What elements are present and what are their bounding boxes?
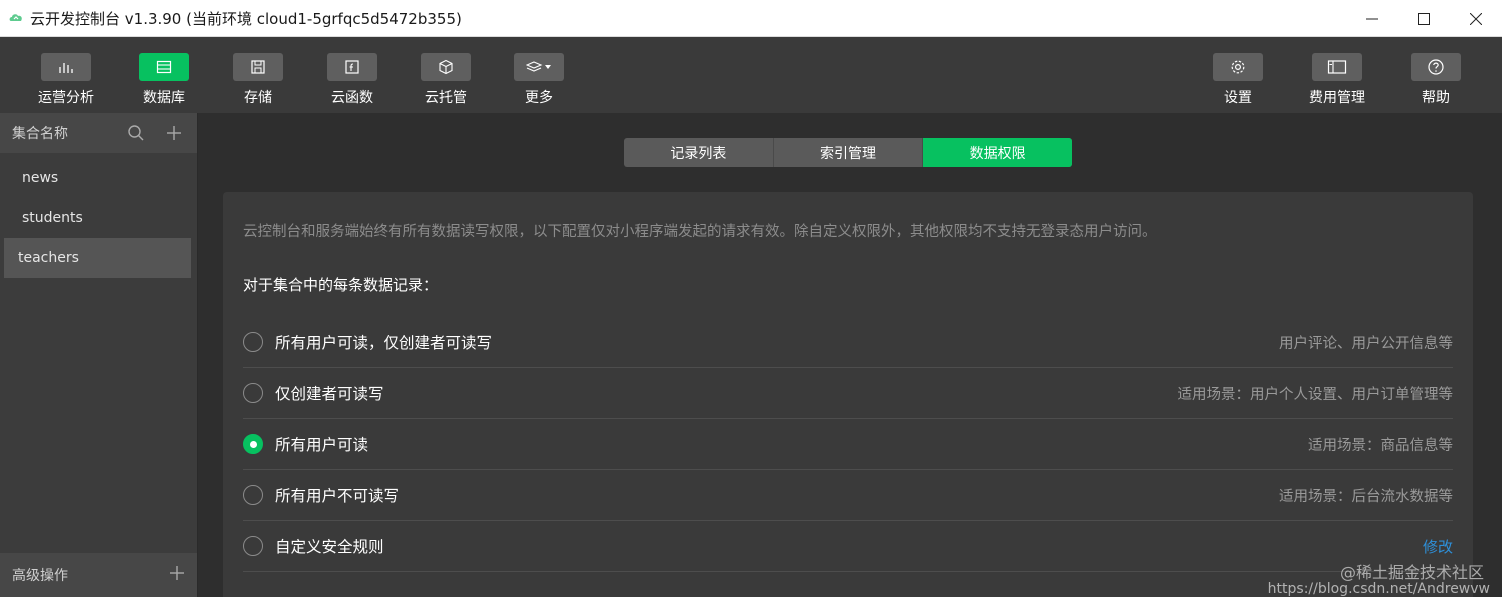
cube-icon bbox=[439, 59, 453, 75]
tool-label: 帮助 bbox=[1422, 90, 1450, 106]
database-icon bbox=[156, 60, 172, 74]
layers-icon bbox=[526, 61, 551, 72]
collection-header-label: 集合名称 bbox=[12, 126, 68, 142]
tool-billing[interactable]: 费用管理 bbox=[1297, 53, 1377, 107]
radio-button-checked[interactable] bbox=[243, 434, 263, 454]
tool-database[interactable]: 数据库 bbox=[124, 53, 204, 107]
section-title: 对于集合中的每条数据记录： bbox=[243, 276, 439, 294]
tool-label: 云函数 bbox=[331, 90, 373, 106]
add-operation-icon[interactable] bbox=[169, 565, 185, 585]
add-collection-icon[interactable] bbox=[163, 122, 185, 144]
maximize-button[interactable] bbox=[1398, 0, 1450, 37]
window-title: 云开发控制台 v1.3.90 (当前环境 cloud1-5grfqc5d5472… bbox=[30, 9, 462, 28]
tool-more[interactable]: 更多 bbox=[499, 53, 579, 107]
collection-sidebar: 集合名称 news students teachers 高级操作 bbox=[0, 113, 198, 597]
advanced-operations-label: 高级操作 bbox=[12, 568, 68, 584]
floppy-icon bbox=[251, 60, 265, 74]
collection-header: 集合名称 bbox=[0, 113, 197, 153]
help-button[interactable] bbox=[1411, 53, 1461, 81]
tool-label: 数据库 bbox=[143, 90, 185, 106]
tool-label: 更多 bbox=[525, 90, 553, 106]
function-icon bbox=[345, 60, 359, 74]
permissions-panel: 云控制台和服务端始终有所有数据读写权限，以下配置仅对小程序端发起的请求有效。除自… bbox=[223, 192, 1473, 597]
close-icon bbox=[1470, 12, 1482, 25]
settings-button[interactable] bbox=[1213, 53, 1263, 81]
title-bar: 云开发控制台 v1.3.90 (当前环境 cloud1-5grfqc5d5472… bbox=[0, 0, 1502, 37]
radio-button[interactable] bbox=[243, 485, 263, 505]
collection-item-teachers[interactable]: teachers bbox=[4, 238, 191, 278]
collection-item-students[interactable]: students bbox=[4, 198, 191, 238]
analytics-button[interactable] bbox=[41, 53, 91, 81]
permission-options: 所有用户可读，仅创建者可读写 用户评论、用户公开信息等 仅创建者可读写 适用场景… bbox=[243, 317, 1453, 572]
tab-record-list[interactable]: 记录列表 bbox=[624, 138, 774, 167]
permission-option[interactable]: 所有用户不可读写 适用场景：后台流水数据等 bbox=[243, 470, 1453, 521]
tool-label: 存储 bbox=[244, 90, 272, 106]
close-button[interactable] bbox=[1450, 0, 1502, 37]
collection-item-news[interactable]: news bbox=[4, 158, 191, 198]
tool-cloud-hosting[interactable]: 云托管 bbox=[406, 53, 486, 107]
collection-list: news students teachers bbox=[0, 153, 197, 278]
search-icon[interactable] bbox=[125, 122, 147, 144]
edit-rules-link[interactable]: 修改 bbox=[1423, 536, 1453, 557]
permission-option[interactable]: 仅创建者可读写 适用场景：用户个人设置、用户订单管理等 bbox=[243, 368, 1453, 419]
radio-button[interactable] bbox=[243, 332, 263, 352]
main-toolbar: 运营分析 数据库 存储 云函数 云托管 更多 设置 费用管理 帮助 bbox=[0, 37, 1502, 113]
tab-index-management[interactable]: 索引管理 bbox=[774, 138, 924, 167]
tool-settings[interactable]: 设置 bbox=[1198, 53, 1278, 107]
tab-data-permissions[interactable]: 数据权限 bbox=[923, 138, 1072, 167]
option-label: 所有用户可读，仅创建者可读写 bbox=[275, 334, 493, 352]
permission-option[interactable]: 所有用户可读，仅创建者可读写 用户评论、用户公开信息等 bbox=[243, 317, 1453, 368]
billing-icon bbox=[1327, 60, 1347, 74]
main-content: 记录列表 索引管理 数据权限 云控制台和服务端始终有所有数据读写权限，以下配置仅… bbox=[199, 113, 1502, 597]
option-label: 所有用户不可读写 bbox=[275, 487, 400, 505]
tool-label: 费用管理 bbox=[1309, 90, 1365, 106]
option-description: 适用场景：后台流水数据等 bbox=[1279, 488, 1453, 505]
minimize-button[interactable] bbox=[1346, 0, 1398, 37]
maximize-icon bbox=[1418, 12, 1430, 25]
permission-option[interactable]: 自定义安全规则 修改 bbox=[243, 521, 1453, 572]
radio-button[interactable] bbox=[243, 536, 263, 556]
option-description: 适用场景：用户个人设置、用户订单管理等 bbox=[1177, 386, 1454, 403]
tool-storage[interactable]: 存储 bbox=[218, 53, 298, 107]
option-label: 自定义安全规则 bbox=[275, 538, 384, 556]
option-label: 所有用户可读 bbox=[275, 436, 369, 454]
functions-button[interactable] bbox=[327, 53, 377, 81]
watermark-juejin: @稀土掘金技术社区 bbox=[1339, 563, 1484, 582]
storage-button[interactable] bbox=[233, 53, 283, 81]
gear-icon bbox=[1231, 60, 1245, 74]
tool-label: 云托管 bbox=[425, 90, 467, 106]
option-label: 仅创建者可读写 bbox=[275, 385, 384, 403]
permission-option[interactable]: 所有用户可读 适用场景：商品信息等 bbox=[243, 419, 1453, 470]
watermark-csdn: https://blog.csdn.net/Andrewvw bbox=[1267, 581, 1490, 597]
collection-tabs: 记录列表 索引管理 数据权限 bbox=[624, 138, 1072, 167]
tool-label: 运营分析 bbox=[38, 90, 94, 106]
advanced-operations[interactable]: 高级操作 bbox=[0, 553, 197, 597]
tool-help[interactable]: 帮助 bbox=[1396, 53, 1476, 107]
option-description: 用户评论、用户公开信息等 bbox=[1279, 335, 1453, 352]
chevron-down-icon bbox=[545, 65, 551, 69]
help-icon bbox=[1428, 59, 1444, 75]
database-button[interactable] bbox=[139, 53, 189, 81]
more-button[interactable] bbox=[514, 53, 564, 81]
tool-label: 设置 bbox=[1224, 90, 1252, 106]
tool-functions[interactable]: 云函数 bbox=[312, 53, 392, 107]
option-description: 适用场景：商品信息等 bbox=[1308, 437, 1453, 454]
radio-button[interactable] bbox=[243, 383, 263, 403]
minimize-icon bbox=[1366, 18, 1378, 19]
bar-chart-icon bbox=[59, 63, 73, 73]
cloud-hosting-button[interactable] bbox=[421, 53, 471, 81]
permissions-notice: 云控制台和服务端始终有所有数据读写权限，以下配置仅对小程序端发起的请求有效。除自… bbox=[243, 224, 1157, 240]
tool-analytics[interactable]: 运营分析 bbox=[26, 53, 106, 107]
billing-button[interactable] bbox=[1312, 53, 1362, 81]
cloud-leaf-icon bbox=[8, 10, 24, 26]
